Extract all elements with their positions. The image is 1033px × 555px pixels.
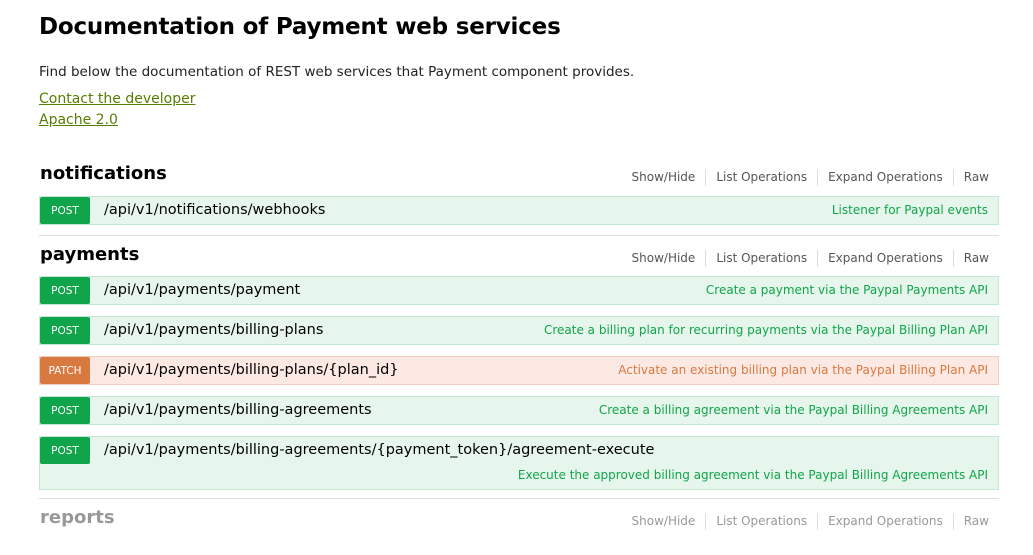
- expand-operations-link[interactable]: Expand Operations: [818, 513, 954, 530]
- method-badge-post: POST: [40, 197, 90, 224]
- method-badge-patch: PATCH: [40, 357, 90, 384]
- resource-options: Show/Hide List Operations Expand Operati…: [632, 250, 989, 267]
- operation-summary[interactable]: Create a billing agreement via the Paypa…: [599, 397, 988, 424]
- resource-reports: reports Show/Hide List Operations Expand…: [39, 507, 999, 537]
- list-operations-link[interactable]: List Operations: [706, 169, 819, 186]
- resource-options: Show/Hide List Operations Expand Operati…: [632, 513, 989, 530]
- show-hide-link[interactable]: Show/Hide: [632, 513, 707, 530]
- operation-summary[interactable]: Activate an existing billing plan via th…: [618, 357, 988, 384]
- operation-path[interactable]: /api/v1/payments/payment: [104, 277, 300, 304]
- operation-row[interactable]: POST /api/v1/payments/billing-plans Crea…: [39, 316, 999, 345]
- page-description: Find below the documentation of REST web…: [39, 64, 635, 80]
- operation-path[interactable]: /api/v1/notifications/webhooks: [104, 197, 325, 224]
- operation-row[interactable]: PATCH /api/v1/payments/billing-plans/{pl…: [39, 356, 999, 385]
- operation-row[interactable]: POST /api/v1/payments/billing-agreements…: [39, 436, 999, 490]
- resource-header: notifications Show/Hide List Operations …: [39, 163, 999, 193]
- expand-operations-link[interactable]: Expand Operations: [818, 250, 954, 267]
- page-title: Documentation of Payment web services: [39, 14, 561, 40]
- show-hide-link[interactable]: Show/Hide: [632, 169, 707, 186]
- list-operations-link[interactable]: List Operations: [706, 250, 819, 267]
- operation-path[interactable]: /api/v1/payments/billing-plans/{plan_id}: [104, 357, 399, 384]
- operation-path[interactable]: /api/v1/payments/billing-agreements/{pay…: [104, 437, 654, 464]
- resource-divider: [39, 498, 999, 499]
- operation-summary[interactable]: Listener for Paypal events: [832, 197, 988, 224]
- resource-name-reports[interactable]: reports: [40, 507, 115, 528]
- raw-link[interactable]: Raw: [954, 250, 989, 267]
- resource-divider: [39, 235, 999, 236]
- raw-link[interactable]: Raw: [954, 169, 989, 186]
- resource-payments: payments Show/Hide List Operations Expan…: [39, 244, 999, 490]
- contact-developer-link[interactable]: Contact the developer: [39, 91, 195, 107]
- show-hide-link[interactable]: Show/Hide: [632, 250, 707, 267]
- resource-name-payments[interactable]: payments: [40, 244, 139, 265]
- operation-row[interactable]: POST /api/v1/payments/billing-agreements…: [39, 396, 999, 425]
- license-link[interactable]: Apache 2.0: [39, 112, 118, 128]
- method-badge-post: POST: [40, 397, 90, 424]
- operation-path[interactable]: /api/v1/payments/billing-agreements: [104, 397, 372, 424]
- method-badge-post: POST: [40, 437, 90, 464]
- resource-header: reports Show/Hide List Operations Expand…: [39, 507, 999, 537]
- operation-path[interactable]: /api/v1/payments/billing-plans: [104, 317, 323, 344]
- resource-name-notifications[interactable]: notifications: [40, 163, 167, 184]
- operation-summary[interactable]: Create a payment via the Paypal Payments…: [706, 277, 988, 304]
- operation-summary[interactable]: Create a billing plan for recurring paym…: [544, 317, 988, 344]
- method-badge-post: POST: [40, 277, 90, 304]
- operation-row[interactable]: POST /api/v1/payments/payment Create a p…: [39, 276, 999, 305]
- resource-options: Show/Hide List Operations Expand Operati…: [632, 169, 989, 186]
- resource-header: payments Show/Hide List Operations Expan…: [39, 244, 999, 274]
- method-badge-post: POST: [40, 317, 90, 344]
- raw-link[interactable]: Raw: [954, 513, 989, 530]
- operation-row[interactable]: POST /api/v1/notifications/webhooks List…: [39, 196, 999, 225]
- expand-operations-link[interactable]: Expand Operations: [818, 169, 954, 186]
- resource-notifications: notifications Show/Hide List Operations …: [39, 163, 999, 225]
- operation-summary[interactable]: Execute the approved billing agreement v…: [518, 462, 988, 489]
- list-operations-link[interactable]: List Operations: [706, 513, 819, 530]
